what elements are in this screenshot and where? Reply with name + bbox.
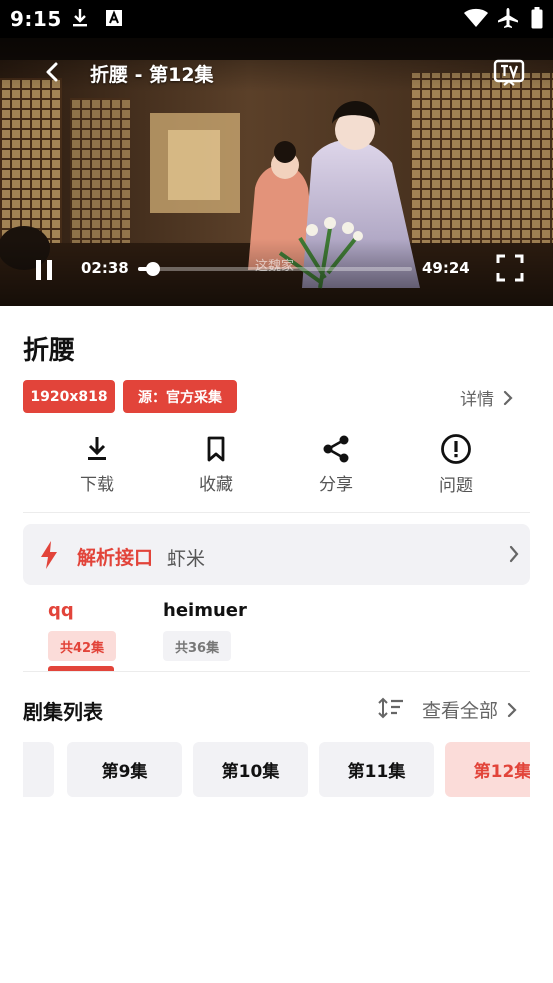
back-icon: [46, 62, 58, 82]
total-time: 49:24: [422, 259, 470, 277]
episode-item-current[interactable]: 第12集: [445, 742, 530, 797]
report-issue-action[interactable]: 问题: [416, 433, 496, 496]
divider: [23, 671, 530, 672]
episode-item[interactable]: 第10集: [193, 742, 308, 797]
source-tab-heimuer[interactable]: heimuer 共36集: [163, 600, 247, 661]
pause-button[interactable]: [28, 254, 60, 286]
fullscreen-button[interactable]: [494, 252, 526, 284]
source-tab-qq[interactable]: qq 共42集: [48, 600, 117, 661]
favorite-action[interactable]: 收藏: [176, 433, 256, 495]
source-episode-count: 共42集: [48, 631, 117, 661]
tv-cast-icon: [493, 59, 525, 86]
chevron-right-icon: [503, 390, 513, 405]
share-action[interactable]: 分享: [296, 433, 376, 495]
parse-interface-label: 解析接口: [77, 547, 154, 569]
share-icon: [323, 435, 349, 462]
view-all-label: 查看全部: [422, 700, 499, 722]
alert-circle-icon: [441, 434, 471, 464]
font-a-icon: [104, 7, 124, 29]
episode-list-title: 剧集列表: [23, 700, 103, 724]
chevron-right-icon: [509, 545, 519, 563]
show-title: 折腰: [23, 336, 76, 366]
details-label: 详情: [460, 390, 494, 410]
battery-icon: [530, 7, 544, 29]
sort-icon: [378, 697, 403, 719]
lightning-icon: [41, 541, 57, 569]
share-label: 分享: [319, 475, 353, 495]
player-title: 折腰 - 第12集: [90, 64, 214, 86]
episode-strip[interactable]: 第9集 第10集 第11集 第12集: [23, 742, 530, 798]
episode-item[interactable]: 第11集: [319, 742, 434, 797]
video-player[interactable]: 折腰 - 第12集 这魏家 02:38 49:24: [0, 38, 553, 306]
resolution-tag: 1920x818: [23, 380, 115, 413]
view-all-link[interactable]: 查看全部: [422, 696, 522, 723]
episode-item[interactable]: [23, 742, 54, 797]
parse-interface-selector[interactable]: 解析接口 虾米: [23, 524, 530, 585]
report-issue-label: 问题: [439, 476, 473, 496]
fullscreen-icon: [496, 254, 524, 282]
source-name: heimuer: [163, 600, 247, 621]
back-button[interactable]: [36, 56, 68, 88]
sort-button[interactable]: [376, 695, 406, 721]
source-tag: 源：官方采集: [123, 380, 237, 413]
episode-item[interactable]: 第9集: [67, 742, 182, 797]
bookmark-icon: [207, 436, 225, 461]
wifi-icon: [462, 7, 490, 29]
details-link[interactable]: 详情: [460, 385, 518, 410]
download-label: 下载: [80, 475, 114, 495]
divider: [23, 512, 530, 513]
seek-thumb[interactable]: [145, 262, 160, 276]
seek-bar[interactable]: [138, 262, 412, 276]
player-top-bar: 折腰 - 第12集: [0, 50, 553, 98]
tv-cast-button[interactable]: [490, 56, 528, 90]
source-episode-count: 共36集: [163, 631, 232, 661]
video-watermark: 这魏家: [255, 259, 295, 274]
download-icon: [70, 7, 90, 29]
favorite-label: 收藏: [199, 475, 233, 495]
current-time: 02:38: [81, 259, 129, 277]
parse-interface-value: 虾米: [167, 548, 206, 570]
source-name: qq: [48, 600, 74, 621]
download-icon: [88, 436, 106, 460]
status-bar: 9:15: [0, 0, 553, 38]
status-time: 9:15: [10, 7, 62, 31]
chevron-right-icon: [507, 702, 517, 717]
airplane-icon: [496, 7, 520, 29]
download-action[interactable]: 下载: [57, 433, 137, 495]
pause-icon: [36, 260, 52, 280]
